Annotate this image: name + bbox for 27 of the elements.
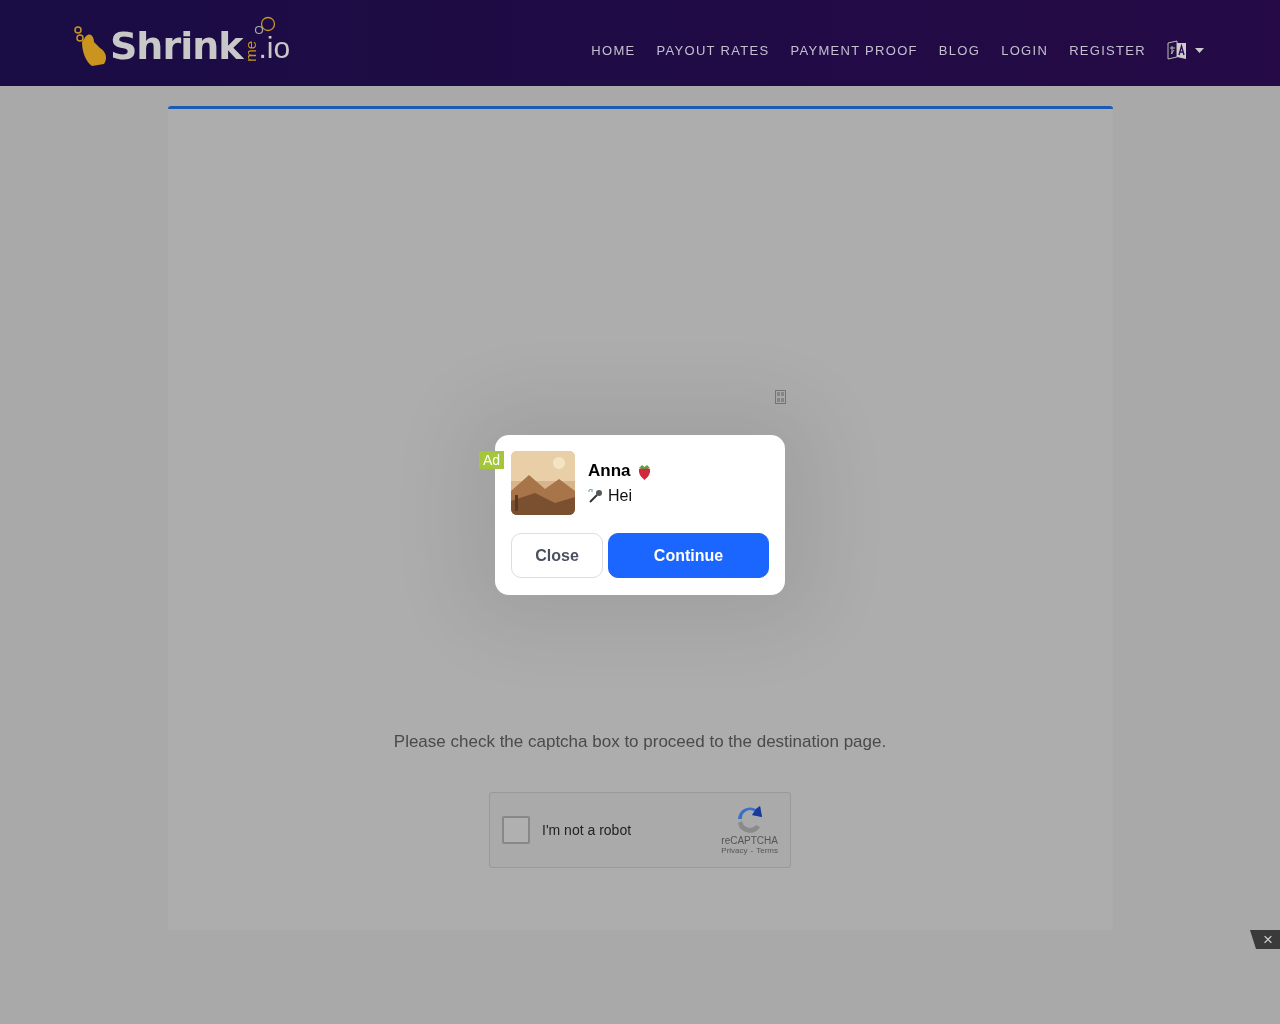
logo-text: .io	[258, 30, 291, 66]
instruction-text: Please check the captcha box to proceed to the destination page.	[393, 732, 887, 752]
captcha-checkbox[interactable]	[502, 816, 530, 844]
caret-icon	[1195, 47, 1204, 53]
captcha-label: I'm not a robot	[542, 822, 632, 838]
translate-icon	[1167, 40, 1187, 60]
close-button[interactable]: Close	[511, 533, 603, 578]
language-selector[interactable]	[1167, 40, 1204, 60]
separator-text: -	[750, 846, 754, 855]
sender-name: Anna	[588, 461, 631, 481]
ad-badge: Ad	[479, 451, 505, 469]
microphone-icon	[588, 489, 604, 503]
message-text: Hei	[608, 487, 632, 505]
grid-icon	[774, 390, 786, 404]
close-button[interactable]: ×	[1250, 930, 1280, 949]
bubbles-icon	[254, 16, 276, 36]
nav-link[interactable]: BLOG	[938, 42, 981, 58]
recaptcha-label: reCAPTCHA	[721, 835, 778, 846]
nav-link[interactable]: REGISTER	[1069, 42, 1146, 58]
nav-link[interactable]: LOGIN	[1001, 42, 1049, 58]
logo-text: me	[243, 41, 258, 62]
logo-text[interactable]: Shrink	[110, 24, 243, 68]
continue-button[interactable]: Continue	[608, 533, 769, 578]
strawberry-icon	[636, 462, 652, 480]
nav-link[interactable]: HOME	[591, 42, 636, 58]
nav-link[interactable]: PAYMENT PROOF	[790, 42, 918, 58]
nav-link[interactable]: PAYOUT RATES	[656, 42, 770, 58]
